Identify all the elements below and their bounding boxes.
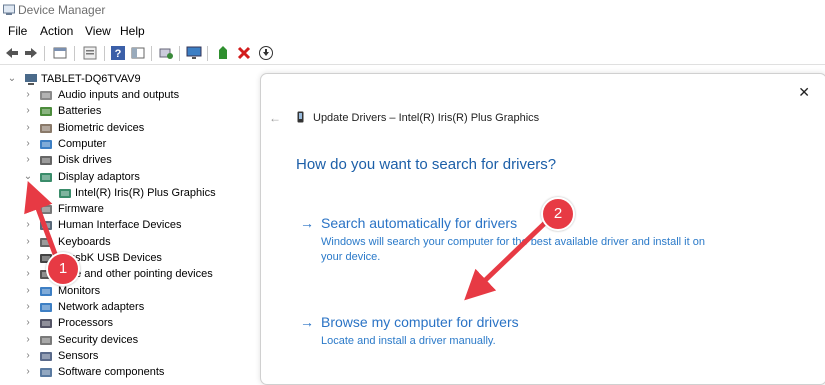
annotation-badge-2: 2	[541, 197, 575, 231]
annotation-arrow-1	[24, 180, 61, 263]
annotation-badge-1: 1	[46, 252, 80, 286]
annotation-arrow-2	[464, 220, 548, 301]
annotation-arrows	[24, 180, 548, 301]
